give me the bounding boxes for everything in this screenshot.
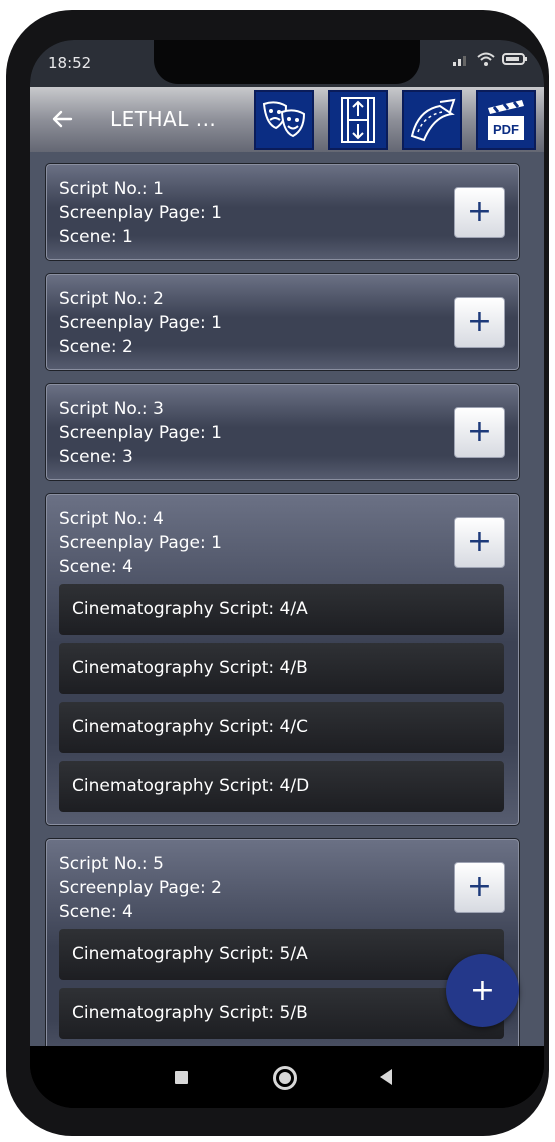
scene-number: Scene: 1: [59, 227, 133, 247]
arrow-left-icon: [52, 110, 73, 128]
system-nav-bar: [30, 1046, 544, 1108]
cinematography-script-item[interactable]: Cinematography Script: 5/A: [59, 929, 504, 980]
screenplay-page: Screenplay Page: 1: [59, 423, 222, 443]
export-pdf-button[interactable]: PDF: [476, 90, 536, 150]
script-number: Script No.: 2: [59, 289, 164, 309]
screenplay-page: Screenplay Page: 1: [59, 203, 222, 223]
scene-number: Scene: 4: [59, 902, 133, 922]
script-card[interactable]: Script No.: 4 Screenplay Page: 1 Scene: …: [45, 493, 520, 826]
film-curve-button[interactable]: [402, 90, 462, 150]
screenplay-page: Screenplay Page: 1: [59, 533, 222, 553]
add-cinematography-button[interactable]: +: [454, 517, 505, 568]
characters-button[interactable]: [254, 90, 314, 150]
back-triangle-icon[interactable]: [380, 1069, 392, 1085]
add-cinematography-button[interactable]: +: [454, 862, 505, 913]
app-bar: LETHAL ... PDF: [30, 87, 544, 152]
cinematography-script-item[interactable]: Cinematography Script: 4/B: [59, 643, 504, 694]
signal-icon: [453, 56, 466, 66]
scene-number: Scene: 3: [59, 447, 133, 467]
script-card-text: Script No.: 4 Screenplay Page: 1 Scene: …: [59, 507, 222, 579]
back-button[interactable]: [44, 101, 80, 137]
add-cinematography-button[interactable]: +: [454, 297, 505, 348]
film-curve-icon: [410, 98, 456, 142]
status-time: 18:52: [48, 54, 92, 72]
add-script-fab[interactable]: +: [446, 954, 519, 1027]
script-card[interactable]: Script No.: 2 Screenplay Page: 1 Scene: …: [45, 273, 520, 371]
wifi-icon: [477, 52, 495, 66]
home-icon[interactable]: [273, 1066, 297, 1090]
phone-frame: 18:52 LETHAL ... PDF Script No.: 1 Scree…: [6, 10, 549, 1136]
theater-masks-icon: [262, 101, 306, 138]
film-strip-icon: [341, 97, 375, 143]
camera-notch: [154, 40, 420, 84]
script-card-text: Script No.: 1 Screenplay Page: 1 Scene: …: [59, 177, 222, 249]
scene-number: Scene: 2: [59, 337, 133, 357]
script-number: Script No.: 1: [59, 179, 164, 199]
cinematography-script-item[interactable]: Cinematography Script: 5/B: [59, 988, 504, 1039]
script-number: Script No.: 3: [59, 399, 164, 419]
script-card-text: Script No.: 2 Screenplay Page: 1 Scene: …: [59, 287, 222, 359]
svg-text:PDF: PDF: [493, 122, 519, 137]
script-number: Script No.: 5: [59, 854, 164, 874]
scene-number: Scene: 4: [59, 557, 133, 577]
script-card-text: Script No.: 3 Screenplay Page: 1 Scene: …: [59, 397, 222, 469]
screenplay-page: Screenplay Page: 2: [59, 878, 222, 898]
script-list[interactable]: Script No.: 1 Screenplay Page: 1 Scene: …: [30, 152, 544, 1046]
status-bar: 18:52: [30, 40, 544, 87]
film-strip-button[interactable]: [328, 90, 388, 150]
script-card[interactable]: Script No.: 5 Screenplay Page: 2 Scene: …: [45, 838, 520, 1046]
battery-icon: [502, 53, 527, 65]
script-number: Script No.: 4: [59, 509, 164, 529]
add-cinematography-button[interactable]: +: [454, 187, 505, 238]
page-title: LETHAL ...: [110, 107, 217, 131]
script-card[interactable]: Script No.: 3 Screenplay Page: 1 Scene: …: [45, 383, 520, 481]
cinematography-script-item[interactable]: Cinematography Script: 4/A: [59, 584, 504, 635]
script-card[interactable]: Script No.: 1 Screenplay Page: 1 Scene: …: [45, 163, 520, 261]
recent-apps-icon[interactable]: [175, 1071, 188, 1084]
status-icons: [452, 52, 528, 66]
phone-screen: 18:52 LETHAL ... PDF Script No.: 1 Scree…: [30, 40, 544, 1108]
pdf-clapperboard-icon: PDF: [488, 100, 524, 140]
cinematography-script-item[interactable]: Cinematography Script: 4/D: [59, 761, 504, 812]
script-card-text: Script No.: 5 Screenplay Page: 2 Scene: …: [59, 852, 222, 924]
add-cinematography-button[interactable]: +: [454, 407, 505, 458]
cinematography-script-item[interactable]: Cinematography Script: 4/C: [59, 702, 504, 753]
screenplay-page: Screenplay Page: 1: [59, 313, 222, 333]
